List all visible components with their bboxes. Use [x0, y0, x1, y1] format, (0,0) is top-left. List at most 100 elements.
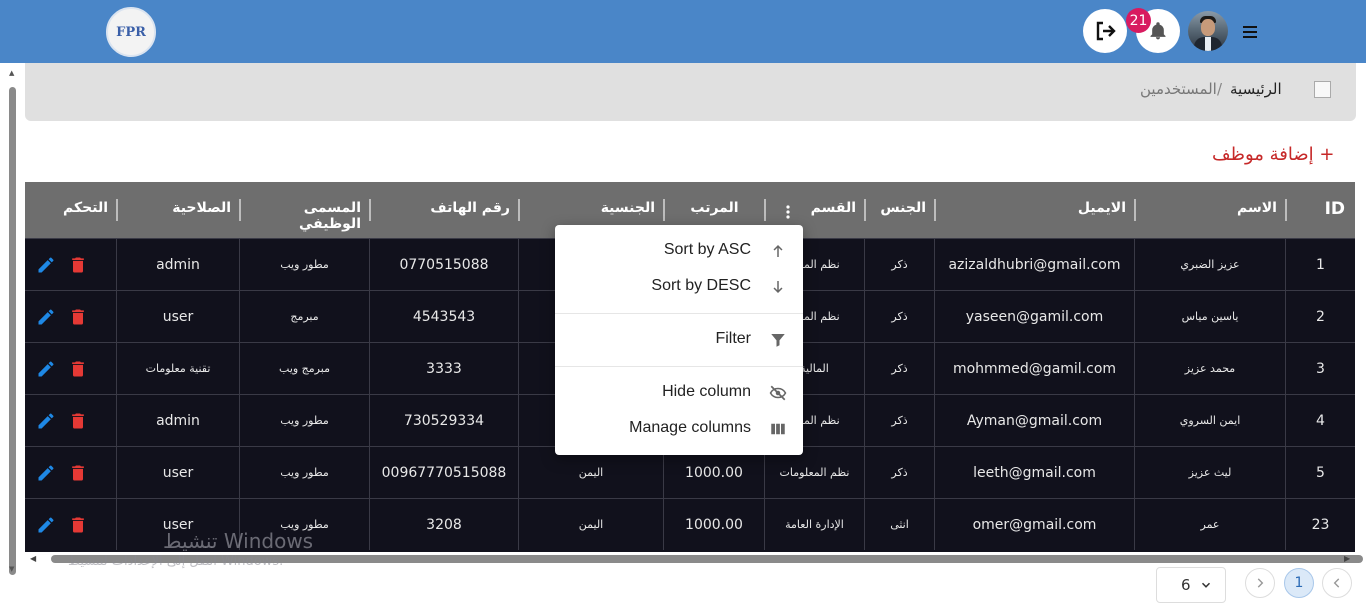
cell-gender: ذكر	[864, 447, 934, 498]
cell-job-title: مطور ويب	[239, 395, 369, 446]
menu-item-hide-column[interactable]: Hide column	[555, 375, 803, 411]
cell-email: omer@gmail.com	[934, 499, 1134, 550]
cell-role: user	[116, 291, 239, 342]
menu-item-label: Sort by DESC	[651, 277, 751, 294]
column-separator	[369, 199, 371, 221]
logo-text: FPR	[116, 24, 146, 40]
cell-role: user	[116, 447, 239, 498]
breadcrumb-current: المستخدمين	[1140, 80, 1217, 98]
cell-id: 5	[1285, 447, 1355, 498]
cell-name: عزيز الضبري	[1134, 239, 1285, 290]
cell-name: عمر	[1134, 499, 1285, 550]
column-header-department[interactable]: القسم	[800, 200, 864, 222]
delete-icon[interactable]	[68, 307, 88, 327]
column-header-id[interactable]: ID	[1287, 199, 1355, 221]
cell-id: 23	[1285, 499, 1355, 550]
cell-email: yaseen@gamil.com	[934, 291, 1134, 342]
rows-per-page-select[interactable]: 6	[1156, 567, 1226, 603]
scroll-down-arrow-icon[interactable]: ▼	[9, 565, 14, 573]
next-page-button[interactable]	[1245, 568, 1275, 598]
cell-department: الإدارة العامة	[764, 499, 864, 550]
column-header-salary[interactable]: المرتب	[665, 200, 764, 222]
delete-icon[interactable]	[68, 515, 88, 535]
menu-item-manage-columns[interactable]: Manage columns	[555, 411, 803, 447]
delete-icon[interactable]	[68, 411, 88, 431]
breadcrumb-home-link[interactable]: الرئيسية	[1230, 80, 1282, 98]
cell-nationality: اليمن	[518, 499, 663, 550]
rows-per-page-value: 6	[1181, 576, 1191, 594]
menu-item-label: Manage columns	[629, 419, 751, 436]
menu-item-sort-desc[interactable]: Sort by DESC	[555, 269, 803, 305]
notification-count-badge: 21	[1126, 8, 1151, 33]
cell-name: ليث عزيز	[1134, 447, 1285, 498]
cell-gender: ذكر	[864, 291, 934, 342]
cell-id: 3	[1285, 343, 1355, 394]
column-menu-icon[interactable]	[783, 204, 793, 220]
delete-icon[interactable]	[68, 463, 88, 483]
delete-icon[interactable]	[68, 359, 88, 379]
arrow-up-icon	[773, 245, 783, 257]
edit-icon[interactable]	[36, 515, 56, 535]
cell-gender: انثى	[864, 499, 934, 550]
edit-icon[interactable]	[36, 307, 56, 327]
cell-role: تقنية معلومات	[116, 343, 239, 394]
page-button-current[interactable]: 1	[1284, 568, 1314, 598]
breadcrumb-separator: /	[1217, 80, 1223, 98]
windows-activation-watermark: تنشيط Windows	[163, 529, 314, 553]
broken-image-icon	[1314, 81, 1331, 98]
scroll-up-arrow-icon[interactable]: ▲	[9, 69, 14, 77]
cell-phone: 3208	[369, 499, 518, 550]
app-logo[interactable]: FPR	[106, 7, 156, 57]
menu-item-label: Filter	[715, 330, 751, 347]
chevron-left-icon	[1333, 578, 1340, 588]
column-header-actions[interactable]: التحكم	[25, 200, 116, 222]
column-header-email[interactable]: الايميل	[935, 200, 1134, 222]
column-header-gender[interactable]: الجنس	[865, 200, 934, 222]
menu-divider	[555, 366, 803, 367]
cell-job-title: مبرمج ويب	[239, 343, 369, 394]
cell-role: admin	[116, 239, 239, 290]
user-avatar[interactable]	[1188, 11, 1228, 51]
prev-page-button[interactable]	[1322, 568, 1352, 598]
menu-item-sort-asc[interactable]: Sort by ASC	[555, 233, 803, 269]
column-separator	[663, 199, 665, 221]
cell-gender: ذكر	[864, 239, 934, 290]
column-separator	[518, 199, 520, 221]
windows-activation-hint: انتقل إلى الإعدادات لتنشيط Windows.	[68, 554, 284, 569]
cell-gender: ذكر	[864, 395, 934, 446]
column-separator	[1285, 199, 1287, 221]
cell-email: mohmmed@gamil.com	[934, 343, 1134, 394]
scroll-left-arrow-icon[interactable]: ◀	[30, 554, 36, 563]
hamburger-icon[interactable]	[1240, 22, 1260, 42]
cell-email: azizaldhubri@gmail.com	[934, 239, 1134, 290]
cell-id: 4	[1285, 395, 1355, 446]
logout-button[interactable]	[1083, 9, 1127, 53]
cell-job-title: مطور ويب	[239, 447, 369, 498]
column-separator	[116, 199, 118, 221]
column-header-nationality[interactable]: الجنسية	[519, 200, 663, 222]
column-header-name[interactable]: الاسم	[1135, 200, 1285, 222]
page-vertical-scrollbar[interactable]: ▲ ▼	[6, 63, 19, 575]
column-separator	[1134, 199, 1136, 221]
cell-role: admin	[116, 395, 239, 446]
cell-salary: 1000.00	[663, 499, 764, 550]
scrollbar-thumb[interactable]	[9, 87, 16, 575]
scroll-right-arrow-icon[interactable]: ▶	[1344, 554, 1350, 563]
bell-icon	[1150, 22, 1166, 40]
cell-name: ايمن السروي	[1134, 395, 1285, 446]
column-header-job-title[interactable]: المسمى الوظيفي	[240, 200, 369, 232]
edit-icon[interactable]	[36, 463, 56, 483]
menu-item-filter[interactable]: Filter	[555, 322, 803, 358]
edit-icon[interactable]	[36, 255, 56, 275]
column-header-phone[interactable]: رقم الهاتف	[370, 200, 518, 222]
column-separator	[864, 199, 866, 221]
cell-phone: 3333	[369, 343, 518, 394]
edit-icon[interactable]	[36, 359, 56, 379]
cell-phone: 4543543	[369, 291, 518, 342]
cell-phone: 730529334	[369, 395, 518, 446]
delete-icon[interactable]	[68, 255, 88, 275]
column-separator	[239, 199, 241, 221]
column-header-role[interactable]: الصلاحية	[117, 200, 239, 222]
edit-icon[interactable]	[36, 411, 56, 431]
add-employee-button[interactable]: إضافة موظف +	[1212, 144, 1334, 165]
